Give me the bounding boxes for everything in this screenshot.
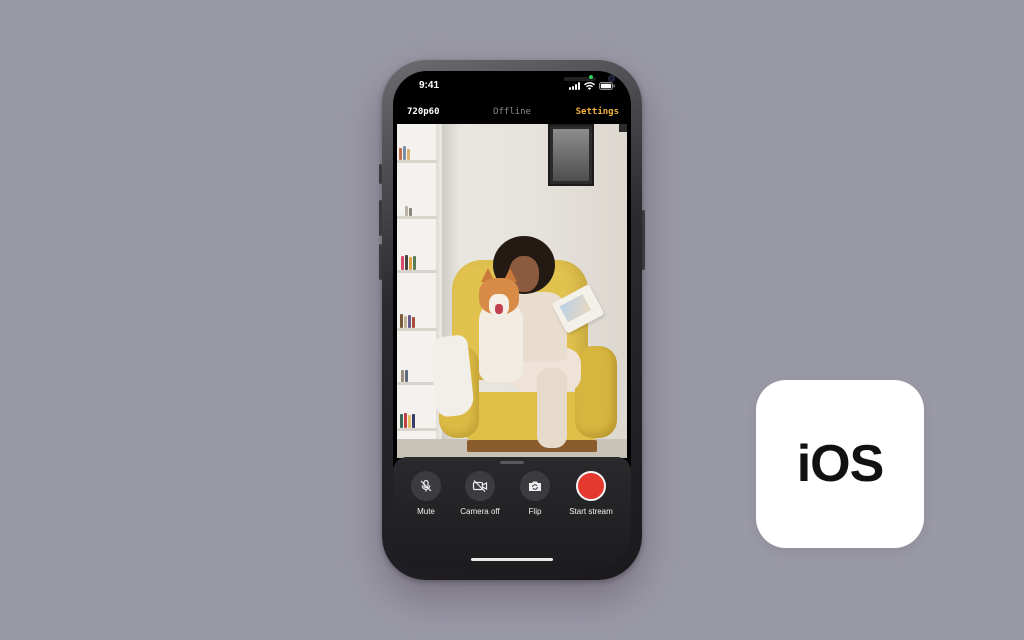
- settings-button[interactable]: Settings: [576, 107, 619, 117]
- control-sheet: Mute Camera off Flip Start stream: [393, 457, 631, 569]
- status-icons: [569, 81, 615, 91]
- camera-preview: [397, 124, 627, 458]
- record-icon: [576, 471, 606, 501]
- status-time: 9:41: [419, 80, 440, 91]
- phone-device: 9:41 720p60 Offline Settings Mute Camera…: [379, 60, 645, 580]
- mute-switch: [379, 164, 382, 184]
- start-stream-button[interactable]: Start stream: [561, 471, 621, 516]
- app-top-bar: 720p60 Offline Settings: [393, 101, 631, 123]
- ios-platform-badge: iOS: [756, 380, 924, 548]
- stream-status-label: Offline: [493, 107, 531, 117]
- flip-button[interactable]: Flip: [507, 471, 563, 516]
- cellular-signal-icon: [569, 82, 580, 90]
- power-button: [642, 210, 645, 270]
- camera-in-use-indicator: [589, 75, 593, 79]
- sheet-grabber-handle[interactable]: [500, 461, 524, 464]
- battery-icon: [599, 82, 615, 90]
- mute-label: Mute: [417, 507, 435, 516]
- flip-label: Flip: [528, 507, 542, 516]
- mic-off-icon: [411, 471, 441, 501]
- home-indicator[interactable]: [471, 558, 553, 561]
- start-stream-label: Start stream: [569, 507, 613, 516]
- flip-camera-icon: [520, 471, 550, 501]
- volume-down-button: [379, 244, 382, 280]
- ios-badge-text: iOS: [796, 435, 885, 493]
- volume-up-button: [379, 200, 382, 236]
- wall-photo-frame: [548, 124, 594, 186]
- status-bar: 9:41: [393, 71, 631, 101]
- mute-button[interactable]: Mute: [398, 471, 454, 516]
- wifi-icon: [584, 82, 595, 90]
- notch: [466, 71, 615, 91]
- resolution-label: 720p60: [407, 107, 440, 117]
- phone-screen: 9:41 720p60 Offline Settings Mute Camera…: [393, 71, 631, 569]
- camera-off-label: Camera off: [460, 507, 500, 516]
- camera-off-icon: [465, 471, 495, 501]
- bookshelf: [397, 124, 439, 458]
- camera-off-button[interactable]: Camera off: [452, 471, 508, 516]
